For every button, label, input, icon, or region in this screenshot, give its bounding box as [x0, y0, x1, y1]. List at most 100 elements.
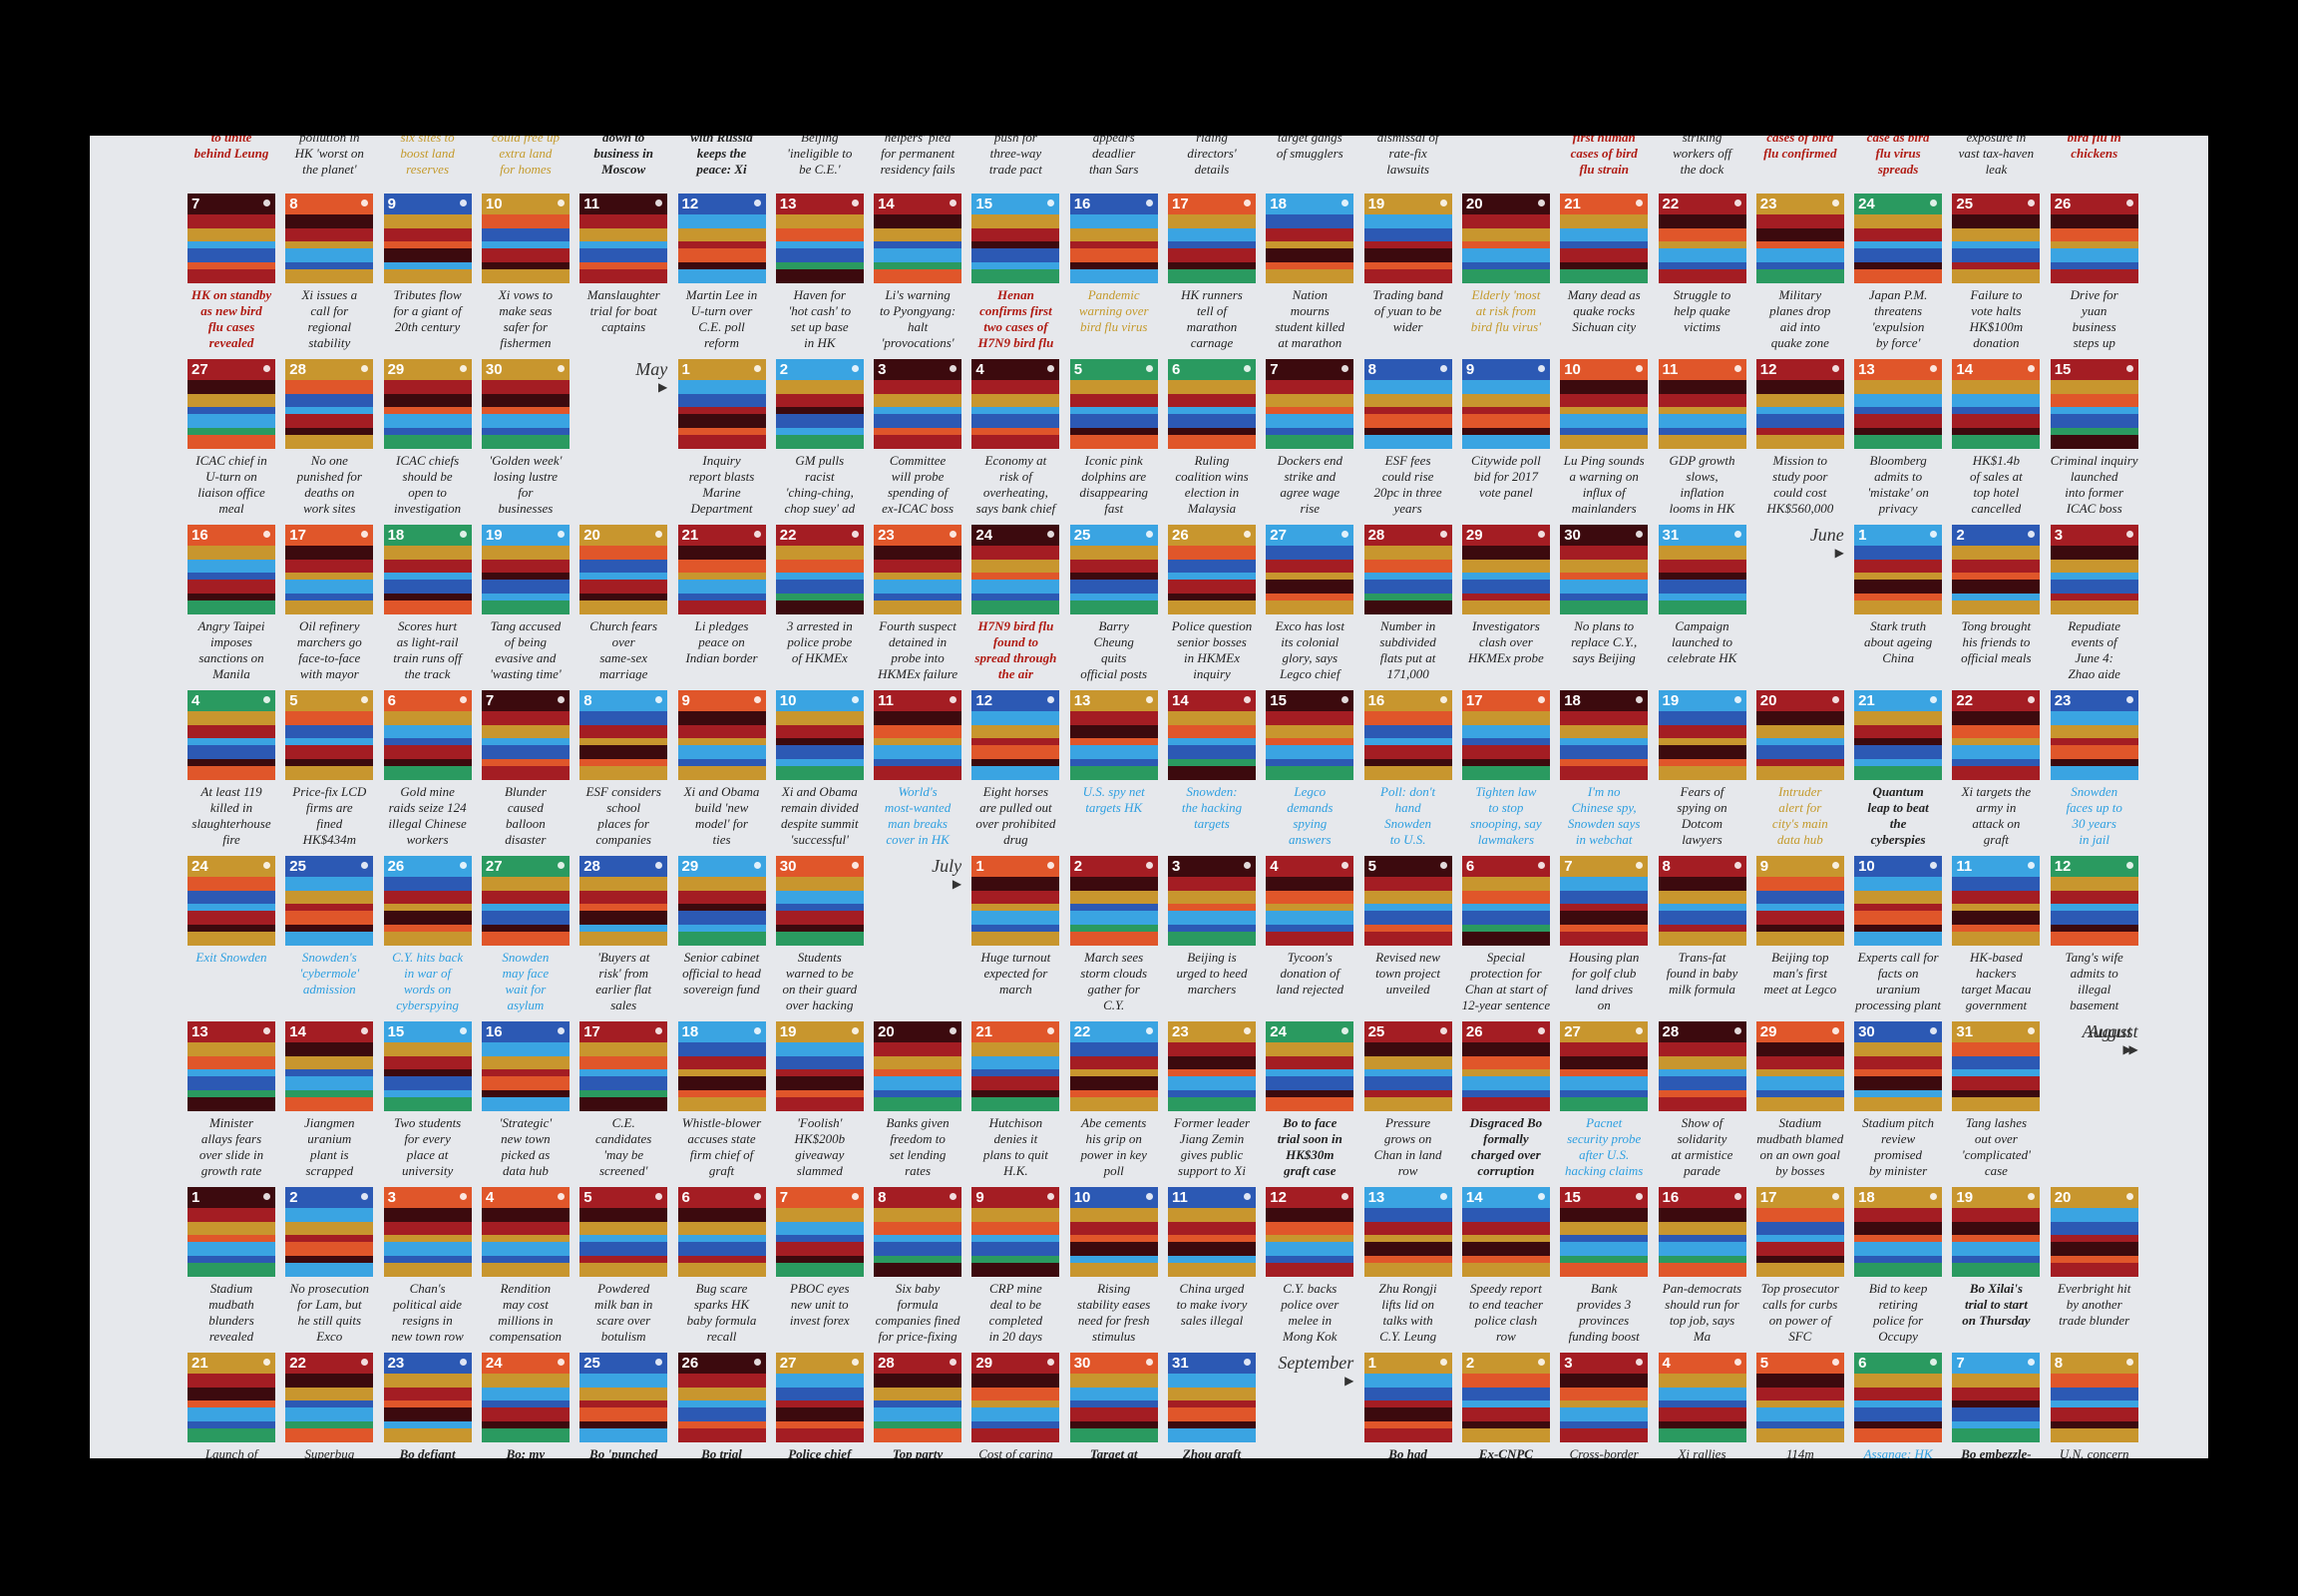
- day-tile[interactable]: 17: [285, 525, 374, 614]
- day-tile[interactable]: 7: [188, 194, 275, 283]
- day-tile[interactable]: 6: [383, 690, 472, 780]
- day-tile[interactable]: 24: [1854, 194, 1943, 283]
- day-tile[interactable]: 18: [1854, 1187, 1943, 1277]
- day-tile[interactable]: 12: [2050, 856, 2138, 946]
- day-tile[interactable]: 1: [971, 856, 1060, 946]
- day-tile[interactable]: 1: [188, 1187, 275, 1277]
- day-tile[interactable]: 2: [1952, 525, 2041, 614]
- day-tile[interactable]: 31: [1952, 1021, 2041, 1111]
- day-tile[interactable]: 1: [677, 359, 766, 449]
- day-tile[interactable]: 28: [579, 856, 668, 946]
- day-tile[interactable]: 25: [579, 1353, 668, 1442]
- day-tile[interactable]: 29: [383, 359, 472, 449]
- day-tile[interactable]: 15: [971, 194, 1060, 283]
- day-tile[interactable]: 10: [1854, 856, 1943, 946]
- day-tile[interactable]: 30: [775, 856, 864, 946]
- day-tile[interactable]: 5: [579, 1187, 668, 1277]
- day-tile[interactable]: 15: [1560, 1187, 1649, 1277]
- day-tile[interactable]: 5: [1069, 359, 1158, 449]
- day-tile[interactable]: 17: [1461, 690, 1550, 780]
- day-tile[interactable]: 26: [2050, 194, 2138, 283]
- day-tile[interactable]: 26: [383, 856, 472, 946]
- day-tile[interactable]: 2: [1069, 856, 1158, 946]
- day-tile[interactable]: 9: [1755, 856, 1844, 946]
- day-tile[interactable]: 3: [1560, 1353, 1649, 1442]
- day-tile[interactable]: 27: [481, 856, 570, 946]
- day-tile[interactable]: 17: [1168, 194, 1256, 283]
- day-tile[interactable]: 18: [383, 525, 472, 614]
- day-tile[interactable]: 4: [971, 359, 1060, 449]
- day-tile[interactable]: 24: [971, 525, 1060, 614]
- day-tile[interactable]: 21: [1560, 194, 1649, 283]
- day-tile[interactable]: 11: [1168, 1187, 1256, 1277]
- day-tile[interactable]: 20: [874, 1021, 962, 1111]
- day-tile[interactable]: 26: [677, 1353, 766, 1442]
- day-tile[interactable]: 20: [1461, 194, 1550, 283]
- day-tile[interactable]: 8: [1363, 359, 1452, 449]
- day-tile[interactable]: 9: [677, 690, 766, 780]
- day-tile[interactable]: 4: [1266, 856, 1354, 946]
- day-tile[interactable]: 3: [874, 359, 962, 449]
- day-tile[interactable]: 25: [1363, 1021, 1452, 1111]
- day-tile[interactable]: 11: [579, 194, 668, 283]
- day-tile[interactable]: 7: [1266, 359, 1354, 449]
- day-tile[interactable]: 5: [285, 690, 374, 780]
- day-tile[interactable]: 23: [874, 525, 962, 614]
- day-tile[interactable]: 10: [481, 194, 570, 283]
- day-tile[interactable]: 21: [971, 1021, 1060, 1111]
- day-tile[interactable]: 22: [775, 525, 864, 614]
- day-tile[interactable]: 16: [481, 1021, 570, 1111]
- day-tile[interactable]: 27: [1266, 525, 1354, 614]
- day-tile[interactable]: 13: [1854, 359, 1943, 449]
- day-tile[interactable]: 9: [1461, 359, 1550, 449]
- day-tile[interactable]: 23: [383, 1353, 472, 1442]
- day-tile[interactable]: 29: [677, 856, 766, 946]
- day-tile[interactable]: 16: [1069, 194, 1158, 283]
- day-tile[interactable]: 22: [1069, 1021, 1158, 1111]
- day-tile[interactable]: 12: [1755, 359, 1844, 449]
- day-tile[interactable]: 26: [1461, 1021, 1550, 1111]
- day-tile[interactable]: 16: [1363, 690, 1452, 780]
- day-tile[interactable]: 7: [1952, 1353, 2041, 1442]
- day-tile[interactable]: 13: [188, 1021, 275, 1111]
- day-tile[interactable]: 25: [285, 856, 374, 946]
- day-tile[interactable]: 9: [383, 194, 472, 283]
- day-tile[interactable]: 15: [1266, 690, 1354, 780]
- day-tile[interactable]: 30: [481, 359, 570, 449]
- day-tile[interactable]: 20: [579, 525, 668, 614]
- day-tile[interactable]: 6: [1854, 1353, 1943, 1442]
- day-tile[interactable]: 2: [1461, 1353, 1550, 1442]
- day-tile[interactable]: 28: [874, 1353, 962, 1442]
- day-tile[interactable]: 27: [188, 359, 275, 449]
- day-tile[interactable]: 17: [579, 1021, 668, 1111]
- day-tile[interactable]: 10: [1560, 359, 1649, 449]
- day-tile[interactable]: 30: [1069, 1353, 1158, 1442]
- day-tile[interactable]: 26: [1168, 525, 1256, 614]
- day-tile[interactable]: 8: [1658, 856, 1746, 946]
- day-tile[interactable]: 2: [775, 359, 864, 449]
- day-tile[interactable]: 16: [188, 525, 275, 614]
- day-tile[interactable]: 28: [1658, 1021, 1746, 1111]
- day-tile[interactable]: 21: [1854, 690, 1943, 780]
- day-tile[interactable]: 1: [1363, 1353, 1452, 1442]
- day-tile[interactable]: 4: [188, 690, 275, 780]
- day-tile[interactable]: 19: [1952, 1187, 2041, 1277]
- day-tile[interactable]: 3: [383, 1187, 472, 1277]
- day-tile[interactable]: 17: [1755, 1187, 1844, 1277]
- day-tile[interactable]: 14: [874, 194, 962, 283]
- day-tile[interactable]: 27: [1560, 1021, 1649, 1111]
- day-tile[interactable]: 7: [481, 690, 570, 780]
- day-tile[interactable]: 6: [1461, 856, 1550, 946]
- day-tile[interactable]: 10: [775, 690, 864, 780]
- day-tile[interactable]: 15: [2050, 359, 2138, 449]
- day-tile[interactable]: 5: [1363, 856, 1452, 946]
- day-tile[interactable]: 24: [188, 856, 275, 946]
- day-tile[interactable]: 19: [775, 1021, 864, 1111]
- day-tile[interactable]: 24: [481, 1353, 570, 1442]
- day-tile[interactable]: 30: [1560, 525, 1649, 614]
- day-tile[interactable]: 8: [2050, 1353, 2138, 1442]
- day-tile[interactable]: 22: [1658, 194, 1746, 283]
- day-tile[interactable]: 27: [775, 1353, 864, 1442]
- day-tile[interactable]: 12: [1266, 1187, 1354, 1277]
- day-tile[interactable]: 11: [1658, 359, 1746, 449]
